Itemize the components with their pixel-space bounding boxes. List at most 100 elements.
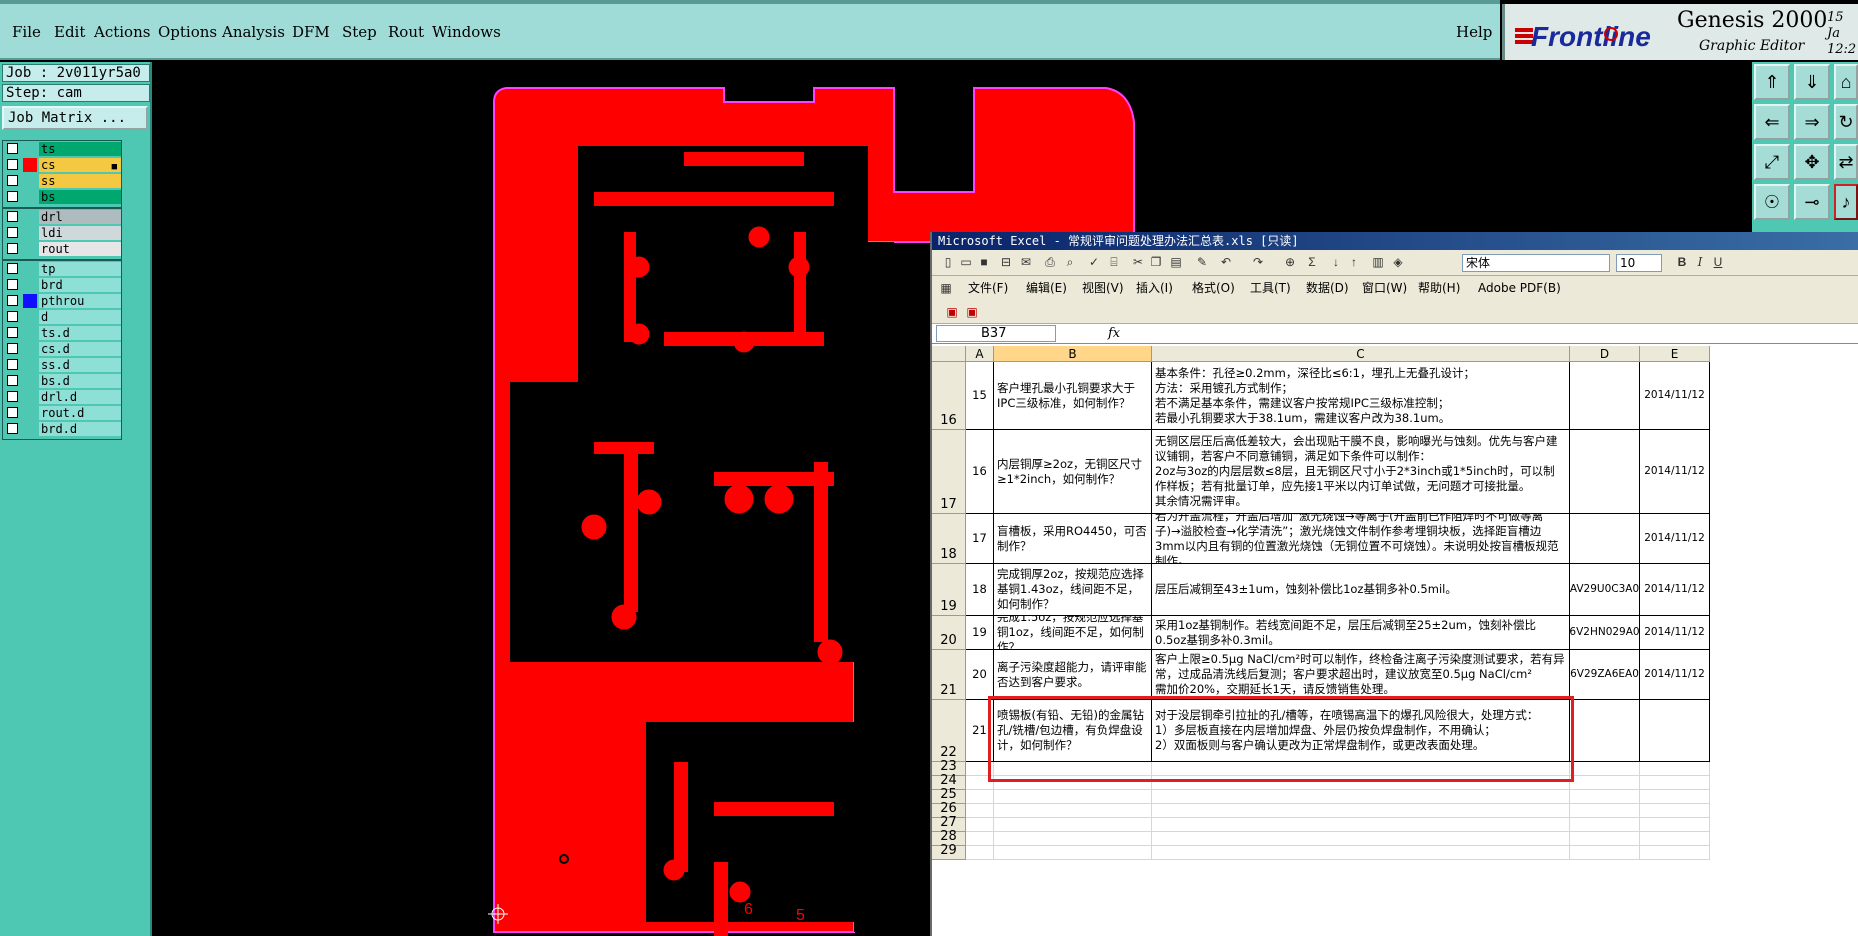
cell-b-27[interactable]	[994, 818, 1152, 832]
layer-checkbox[interactable]	[7, 279, 18, 290]
layer-checkbox[interactable]	[7, 295, 18, 306]
layer-name[interactable]: brd.d	[39, 422, 121, 436]
cut-icon[interactable]: ✂	[1130, 254, 1146, 270]
excel-menu-insert[interactable]: 插入(I)	[1136, 280, 1173, 296]
pan-right-icon[interactable]: ⇒	[1794, 104, 1830, 140]
cell-e-21[interactable]: 2014/11/12	[1640, 650, 1710, 700]
cell-d-23[interactable]	[1570, 762, 1640, 776]
cell-b-19[interactable]: 完成铜厚2oz，按规范应选择基铜1.43oz，线间距不足，如何制作？	[994, 564, 1152, 616]
layer-checkbox[interactable]	[7, 391, 18, 402]
cell-a-19[interactable]: 18	[966, 564, 994, 616]
cell-d-22[interactable]	[1570, 700, 1640, 762]
layer-color-swatch[interactable]	[23, 294, 37, 308]
cell-e-25[interactable]	[1640, 790, 1710, 804]
cell-b-25[interactable]	[994, 790, 1152, 804]
cell-c-18[interactable]: 若为开盖流程，开盖后增加“激光烧蚀→等离子(开盖前已作阻焊时不可做等离子)→溢胶…	[1152, 514, 1570, 564]
excel-menu-help[interactable]: 帮助(H)	[1418, 280, 1460, 296]
layer-name[interactable]: bs	[39, 190, 121, 204]
format-painter-icon[interactable]: ✎	[1194, 254, 1210, 270]
new-icon[interactable]: ▯	[940, 254, 956, 270]
layer-checkbox[interactable]	[7, 359, 18, 370]
layer-row-rout[interactable]: rout	[3, 241, 121, 257]
cell-e-22[interactable]	[1640, 700, 1710, 762]
layer-row-ss[interactable]: ss	[3, 173, 121, 189]
layer-name[interactable]: d	[39, 310, 121, 324]
cell-d-17[interactable]	[1570, 430, 1640, 514]
copy-icon[interactable]: ❐	[1148, 254, 1164, 270]
drawing-icon[interactable]: ◈	[1390, 254, 1406, 270]
sort-descending-icon[interactable]: ↑	[1346, 254, 1362, 270]
cell-c-21[interactable]: 客户上限≥0.5μg NaCl/cm²时可以制作，终检备注离子污染度测试要求，若…	[1152, 650, 1570, 700]
layer-name[interactable]: drl	[39, 210, 121, 224]
pdf-convert-icon[interactable]: ▣	[944, 304, 960, 320]
row-header[interactable]: 16	[932, 362, 966, 430]
cell-c-27[interactable]	[1152, 818, 1570, 832]
cell-a-29[interactable]	[966, 846, 994, 860]
layer-row-tp[interactable]: tp	[3, 261, 121, 277]
cell-c-29[interactable]	[1152, 846, 1570, 860]
cell-a-27[interactable]	[966, 818, 994, 832]
save-icon[interactable]: ■	[976, 254, 992, 270]
cell-b-21[interactable]: 离子污染度超能力，请评审能否达到客户要求。	[994, 650, 1152, 700]
layer-row-brd.d[interactable]: brd.d	[3, 421, 121, 437]
excel-menu-file[interactable]: 文件(F)	[968, 280, 1008, 296]
layer-name[interactable]: ts	[39, 142, 121, 156]
row-header[interactable]: 19	[932, 564, 966, 616]
row-header[interactable]: 29	[932, 843, 966, 860]
layer-name[interactable]: ss	[39, 174, 121, 188]
pan-left-icon[interactable]: ⇐	[1754, 104, 1790, 140]
cell-d-16[interactable]	[1570, 362, 1640, 430]
cell-a-26[interactable]	[966, 804, 994, 818]
sort-ascending-icon[interactable]: ↓	[1328, 254, 1344, 270]
column-header[interactable]: C	[1152, 346, 1570, 362]
cell-b-16[interactable]: 客户埋孔最小孔铜要求大于IPC三级标准，如何制作？	[994, 362, 1152, 430]
cell-e-17[interactable]: 2014/11/12	[1640, 430, 1710, 514]
layer-checkbox[interactable]	[7, 159, 18, 170]
pdf-email-icon[interactable]: ▣	[964, 304, 980, 320]
layer-row-ts.d[interactable]: ts.d	[3, 325, 121, 341]
menu-analysis[interactable]: Analysis	[222, 4, 285, 60]
page-down-icon[interactable]: ⇓	[1794, 64, 1830, 100]
layer-row-ldi[interactable]: ldi	[3, 225, 121, 241]
layer-name[interactable]: drl.d	[39, 390, 121, 404]
italic-button[interactable]: I	[1692, 254, 1708, 270]
cell-d-27[interactable]	[1570, 818, 1640, 832]
email-icon[interactable]: ✉	[1018, 254, 1034, 270]
column-header[interactable]: B	[994, 346, 1152, 362]
layer-name[interactable]: pthrou	[39, 294, 121, 308]
row-header[interactable]: 18	[932, 514, 966, 564]
mirror-icon[interactable]: ⇄	[1834, 144, 1858, 180]
layer-checkbox[interactable]	[7, 211, 18, 222]
cell-a-16[interactable]: 15	[966, 362, 994, 430]
layer-row-bs[interactable]: bs	[3, 189, 121, 205]
font-name-select[interactable]: 宋体	[1462, 254, 1610, 272]
cell-a-28[interactable]	[966, 832, 994, 846]
home-icon[interactable]: ⌂	[1834, 64, 1858, 100]
chart-wizard-icon[interactable]: ▥	[1370, 254, 1386, 270]
layer-checkbox[interactable]	[7, 423, 18, 434]
excel-menu-adobe-pdf[interactable]: Adobe PDF(B)	[1478, 280, 1561, 296]
menu-windows[interactable]: Windows	[432, 4, 501, 60]
column-header[interactable]: A	[966, 346, 994, 362]
layer-row-pthrou[interactable]: pthrou	[3, 293, 121, 309]
redo-icon[interactable]: ↷	[1250, 254, 1266, 270]
cell-e-20[interactable]: 2014/11/12	[1640, 616, 1710, 650]
cell-b-17[interactable]: 内层铜厚≥2oz，无铜区尺寸≥1*2inch，如何制作？	[994, 430, 1152, 514]
select-all-corner[interactable]	[932, 346, 966, 362]
layer-name[interactable]: ldi	[39, 226, 121, 240]
cell-d-28[interactable]	[1570, 832, 1640, 846]
cell-c-19[interactable]: 层压后减铜至43±1um，蚀刻补偿比1oz基铜多补0.5mil。	[1152, 564, 1570, 616]
menu-file[interactable]: File	[12, 4, 41, 60]
cell-b-28[interactable]	[994, 832, 1152, 846]
cell-c-20[interactable]: 采用1oz基铜制作。若线宽间距不足，层压后减铜至25±2um，蚀刻补偿比0.5o…	[1152, 616, 1570, 650]
name-box[interactable]: B37	[936, 325, 1056, 342]
excel-menu-tools[interactable]: 工具(T)	[1250, 280, 1291, 296]
layer-row-rout.d[interactable]: rout.d	[3, 405, 121, 421]
layer-name[interactable]: cs.d	[39, 342, 121, 356]
pin-icon[interactable]: ⊸	[1794, 184, 1830, 220]
cell-e-27[interactable]	[1640, 818, 1710, 832]
layer-color-swatch[interactable]	[23, 158, 37, 172]
layer-row-drl[interactable]: drl	[3, 209, 121, 225]
layer-row-cs[interactable]: cs ■	[3, 157, 121, 173]
row-header[interactable]: 22	[932, 700, 966, 762]
